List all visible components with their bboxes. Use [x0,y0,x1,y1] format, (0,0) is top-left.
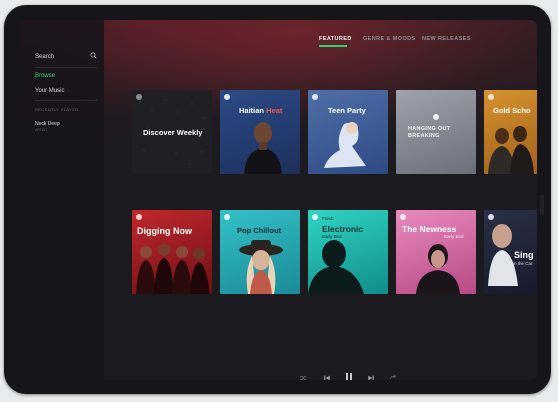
sidebar-divider [35,67,97,68]
playlist-card-gold-school[interactable]: Gold Scho [484,90,537,174]
cover-figure-icon [324,122,366,168]
cover-silhouette-icon [308,240,364,294]
playlist-subtitle: in the Car [513,261,533,266]
playlist-card-discover-weekly[interactable]: Discover Weekly [132,90,212,174]
spotify-logo-icon [433,114,439,120]
playlist-card-haitian-heat[interactable]: Haitian Heat [220,90,300,174]
playlist-pretitle: Fresh [322,216,334,221]
spotify-logo-icon [136,214,142,220]
spotify-logo-icon [312,214,318,220]
pause-icon[interactable] [344,369,354,380]
playlist-card-fresh-electronic[interactable]: Fresh Electronic Early Bird [308,210,388,294]
tablet-frame: Search Browse Your Music RECENTLY PLAYED… [4,5,551,394]
playlist-title: Haitian Heat [239,106,283,115]
cover-group-icon [488,126,534,174]
sidebar-divider [35,100,97,101]
playlist-card-the-newness[interactable]: The Newness Early Bird [396,210,476,294]
spotify-logo-icon [488,94,494,100]
app-screen: Search Browse Your Music RECENTLY PLAYED… [19,20,537,380]
recent-item-title[interactable]: Neck Deep [35,121,60,127]
cover-band-icon [136,244,210,294]
search-icon[interactable] [90,52,97,61]
playlist-card-teen-party[interactable]: Teen Party [308,90,388,174]
playlist-title: HANGING OUT BREAKING [408,126,451,139]
tab-featured[interactable]: FEATURED [319,36,352,42]
playback-controls [289,369,399,380]
spotify-logo-icon [224,214,230,220]
playlist-title: Digging Now [137,226,192,236]
spotify-logo-icon [400,214,406,220]
search-label: Search [35,54,55,60]
playlist-title: Sing [514,250,534,260]
cover-woman-hat-icon [239,240,283,294]
sidebar-item-your-music[interactable]: Your Music [35,88,64,94]
side-button [540,195,544,215]
repeat-icon[interactable] [389,369,397,380]
spotify-logo-icon [224,94,230,100]
active-tab-indicator [319,45,347,47]
playlist-title: Teen Party [328,106,366,115]
previous-icon[interactable] [323,369,331,380]
playlist-card-pop-chillout[interactable]: Pop Chillout [220,210,300,294]
sidebar: Search Browse Your Music RECENTLY PLAYED… [19,20,104,380]
cover-portrait-icon [416,244,460,294]
shuffle-icon[interactable] [299,369,307,380]
cover-portrait-icon [244,122,282,174]
playlist-card-hanging-out[interactable]: HANGING OUT BREAKING [396,90,476,174]
recently-played-heading: RECENTLY PLAYED [35,107,79,112]
search-field[interactable]: Search [35,51,97,65]
sidebar-item-browse[interactable]: Browse [35,73,55,79]
next-icon[interactable] [367,369,375,380]
playlist-card-digging-now[interactable]: Digging Now [132,210,212,294]
recent-item-subtitle: ARTIST [35,128,48,132]
tab-genre-moods[interactable]: GENRE & MOODS [363,36,416,42]
playlist-title: Gold Scho [493,106,531,115]
playlist-card-sing-in-the-car[interactable]: Sing in the Car [484,210,537,294]
spotify-logo-icon [136,94,142,100]
spotify-logo-icon [312,94,318,100]
playlist-title: Discover Weekly [143,128,203,137]
playlist-title: Pop Chillout [237,226,282,235]
tab-new-releases[interactable]: NEW RELEASES [422,36,471,42]
playlist-title: The Newness [402,224,457,234]
